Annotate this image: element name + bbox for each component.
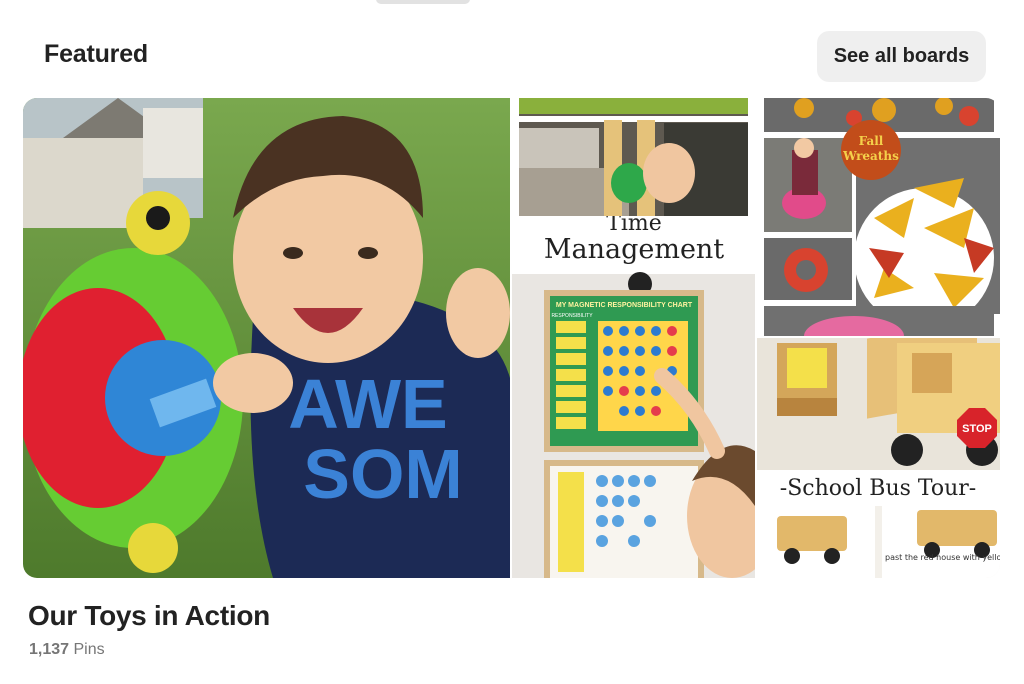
fall-badge-line1: Fall	[859, 134, 884, 148]
shirt-print-text-2: SOM	[303, 435, 462, 513]
school-bus-title: -School Bus Tour-	[780, 476, 976, 501]
board-title[interactable]: Our Toys in Action	[28, 600, 270, 632]
fall-wreaths-image[interactable]: Fall Wreaths	[764, 98, 1000, 336]
chart-board-subtitle: RESPONSIBILITY	[551, 313, 593, 319]
drag-handle[interactable]	[376, 0, 470, 4]
fall-badge-line2: Wreaths	[842, 149, 899, 163]
section-title: Featured	[44, 40, 148, 68]
chart-board-title: MY MAGNETIC RESPONSIBILITY CHART	[556, 302, 693, 309]
see-all-boards-button[interactable]: See all boards	[817, 31, 986, 82]
clock-toy-image[interactable]	[519, 98, 748, 216]
main-board-image[interactable]: AWE SOM	[23, 98, 510, 578]
bus-note-text: past the red house with yellow flowers	[885, 553, 1000, 562]
time-management-title-line2: Management	[544, 234, 724, 265]
pin-count-number: 1,137	[29, 641, 70, 658]
school-bus-tour-image[interactable]: STOP -School Bus Tour- past the red hous…	[757, 338, 1000, 578]
time-management-title-line1: Time	[606, 216, 662, 236]
stop-sign-text: STOP	[962, 423, 992, 435]
shirt-print-text: AWE	[288, 365, 447, 443]
board-cover-collage[interactable]: AWE SOM Time Management MY MAGNETIC RESP…	[23, 98, 1000, 578]
pin-count-label: Pins	[73, 641, 105, 658]
time-management-image[interactable]: Time Management MY MAGNETIC RESPONSIBILI…	[512, 216, 755, 578]
pin-count: 1,137 Pins	[29, 641, 105, 659]
